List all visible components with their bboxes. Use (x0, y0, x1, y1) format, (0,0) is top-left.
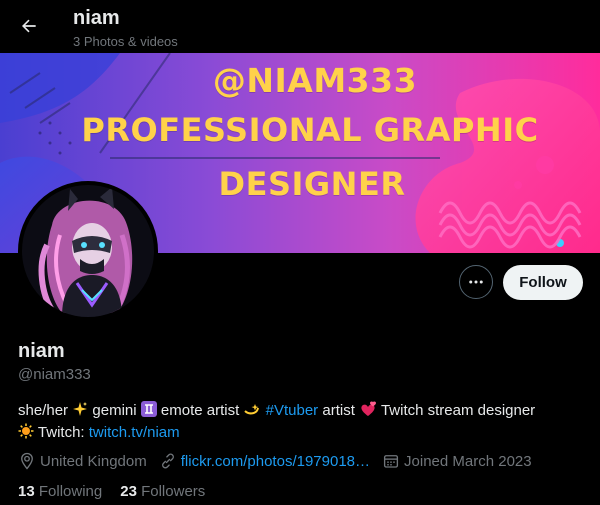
more-horizontal-icon (469, 280, 483, 284)
sun-icon (18, 423, 34, 445)
location-text: United Kingdom (40, 452, 147, 470)
follow-stats: 13 Following 23 Followers (18, 483, 223, 500)
bio-text: gemini (92, 402, 137, 419)
two-hearts-icon (359, 401, 377, 423)
header-title: niam (73, 7, 120, 29)
arrow-left-icon (22, 19, 36, 33)
bio-text: emote artist (160, 402, 240, 419)
gemini-icon (140, 401, 157, 423)
following-link[interactable]: 13 Following (18, 483, 102, 500)
twitch-link[interactable]: twitch.tv/niam (89, 424, 180, 441)
following-count: 13 (18, 483, 35, 500)
calendar-icon (383, 455, 399, 468)
profile-name: niam (18, 340, 65, 362)
avatar[interactable] (18, 181, 158, 321)
link-icon (161, 453, 174, 469)
profile-bio: she/her gemini emote artist #Vtuber arti… (18, 401, 588, 445)
sparkles-icon (72, 401, 88, 423)
bio-text: artist (322, 402, 355, 419)
followers-count: 23 (120, 483, 137, 500)
website-item: flickr.com/photos/1979018… (159, 452, 370, 470)
joined-text: Joined March 2023 (404, 452, 532, 470)
profile-handle: @niam333 (18, 366, 91, 383)
header-subtitle: 3 Photos & videos (73, 34, 178, 49)
followers-link[interactable]: 23 Followers (120, 483, 205, 500)
banner-handle-text: @NIAM333 (212, 61, 418, 100)
following-label: Following (38, 483, 103, 500)
profile-header: niam 3 Photos & videos (0, 0, 600, 53)
followers-label: Followers (141, 483, 206, 500)
bio-text: Twitch stream designer (380, 402, 536, 419)
dizzy-icon (243, 401, 261, 423)
location-pin-icon (21, 452, 33, 470)
vtuber-hashtag-link[interactable]: #Vtuber (266, 402, 319, 419)
joined-item: Joined March 2023 (382, 452, 532, 470)
avatar-illustration (22, 185, 154, 317)
banner-title-text: PROFESSIONAL GRAPHIC (81, 111, 539, 149)
follow-button[interactable]: Follow (503, 265, 583, 300)
website-link[interactable]: flickr.com/photos/1979018… (181, 453, 370, 470)
bio-text: she/her (18, 402, 69, 419)
location-item: United Kingdom (18, 452, 147, 470)
bio-text: Twitch: (37, 424, 85, 441)
profile-meta: United Kingdom flickr.com/photos/1979018… (18, 452, 544, 470)
more-options-button[interactable] (459, 265, 493, 299)
back-button[interactable] (12, 9, 46, 43)
